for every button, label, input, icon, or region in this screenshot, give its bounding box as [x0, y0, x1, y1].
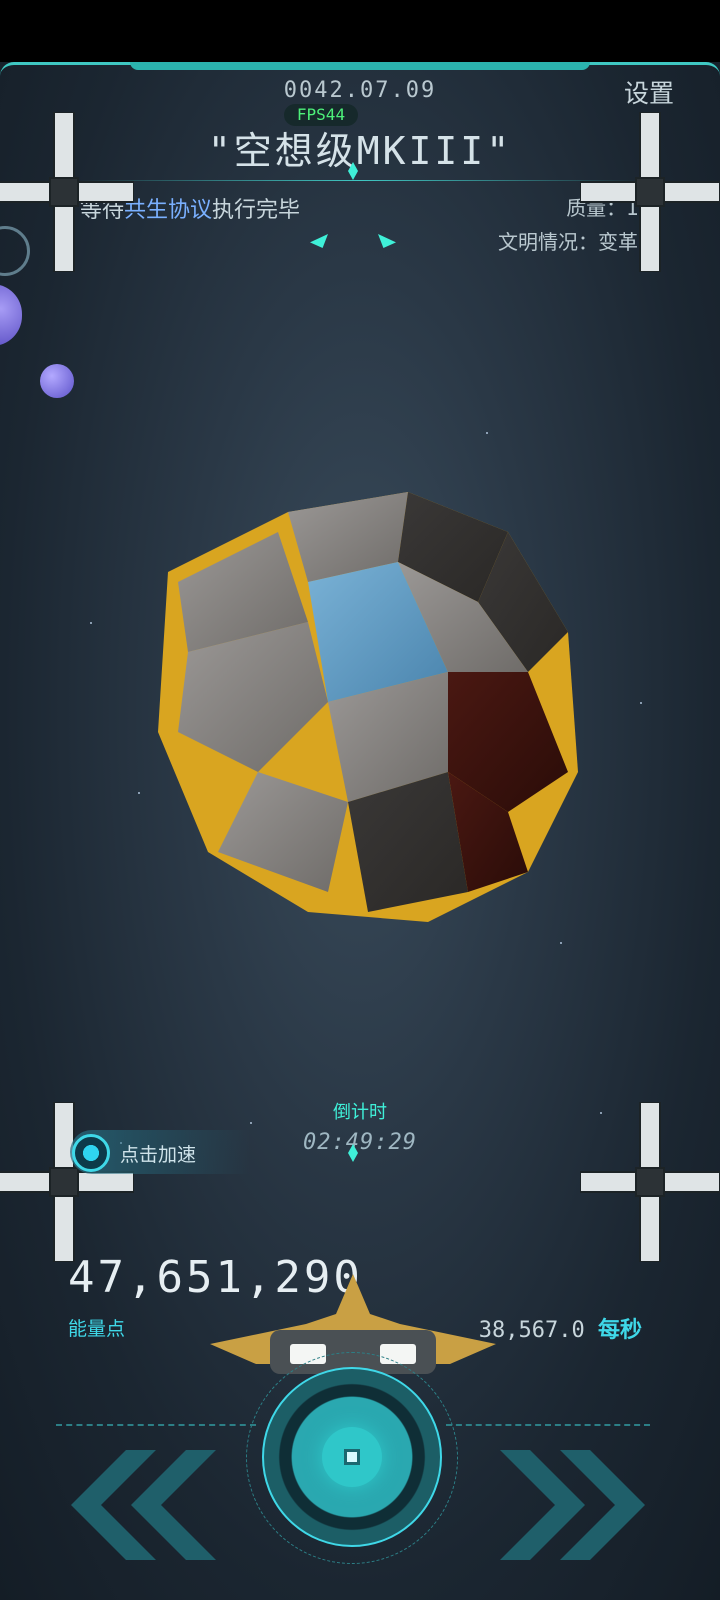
boost-ring-icon[interactable] — [72, 1134, 110, 1172]
status-highlight: 共生协议 — [124, 198, 213, 223]
game-date: 0042.07.09 — [283, 78, 437, 103]
satellite-icon — [579, 1101, 720, 1263]
boost-label[interactable]: 点击加速 — [120, 1140, 196, 1167]
divider-left — [56, 1424, 256, 1426]
double-chevron-right-icon[interactable] — [500, 1450, 650, 1560]
settings-button[interactable]: 设置 — [624, 74, 674, 110]
planet-icon[interactable] — [40, 364, 74, 398]
divider-right — [446, 1424, 650, 1426]
satellite-icon — [0, 111, 135, 273]
energy-rate: 38,567.0 每秒 — [479, 1312, 642, 1344]
energy-points-label: 能量点 — [68, 1318, 126, 1340]
energy-rate-unit: 每秒 — [597, 1318, 642, 1343]
status-suffix: 执行完毕 — [212, 198, 301, 223]
status-bar — [0, 0, 720, 62]
dyson-sphere[interactable] — [148, 472, 588, 932]
satellite-icon — [0, 1101, 135, 1263]
game-screen: 0042.07.09 设置 FPS44 "空想级MKIII" 等待共生协议执行完… — [0, 62, 720, 1600]
title-divider — [80, 180, 640, 181]
satellite-icon — [579, 111, 720, 273]
top-frame-bar — [130, 62, 590, 70]
double-chevron-left-icon[interactable] — [66, 1450, 216, 1560]
core-button-icon[interactable] — [344, 1449, 360, 1465]
countdown-label: 倒计时 — [333, 1102, 387, 1123]
